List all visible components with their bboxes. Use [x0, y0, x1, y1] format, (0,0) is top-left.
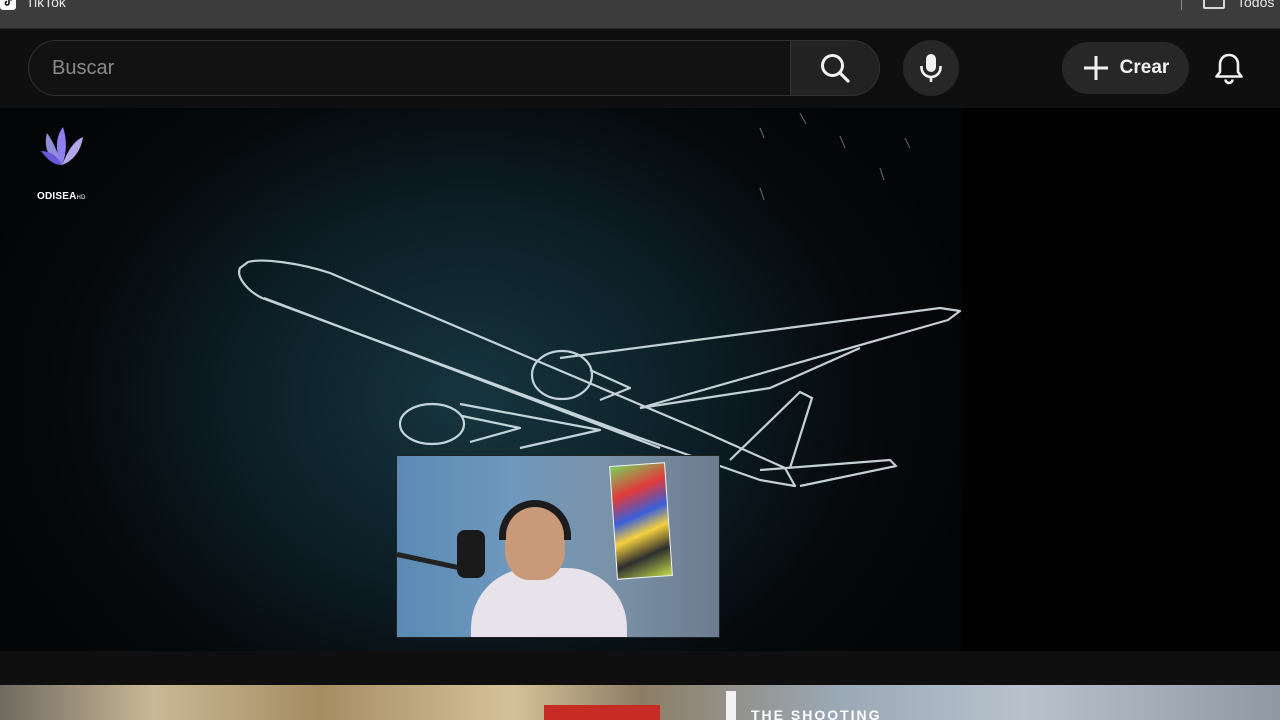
bookmark-label: TikTok	[26, 0, 66, 10]
bell-icon	[1215, 53, 1243, 85]
create-button-label: Crear	[1119, 57, 1170, 78]
next-video-thumbnail[interactable]: THE SHOOTING	[0, 685, 1280, 720]
channel-logo-suffix: HD	[76, 195, 86, 201]
microphone	[457, 530, 485, 578]
notifications-button[interactable]	[1206, 47, 1252, 91]
headset	[499, 500, 571, 540]
video-player[interactable]: ODISEAHD	[0, 108, 1280, 651]
channel-logo-name: ODISEA	[37, 191, 77, 202]
odisea-logo-icon	[41, 127, 83, 165]
search-icon	[821, 54, 850, 83]
thumbnail-red-block	[544, 705, 660, 720]
bookmarks-bar: TikTok Todos	[0, 0, 1280, 29]
wall-poster	[609, 462, 673, 580]
bookmark-label: Todos	[1237, 0, 1275, 10]
microphone-icon	[920, 54, 942, 82]
search-button[interactable]	[790, 40, 880, 96]
tiktok-icon	[0, 0, 16, 10]
search-input[interactable]	[29, 41, 790, 95]
channel-logo: ODISEAHD	[36, 125, 98, 202]
person-torso	[471, 568, 627, 637]
video-below-area	[0, 651, 1280, 685]
folder-icon	[1203, 0, 1225, 9]
create-button[interactable]: Crear	[1062, 42, 1189, 94]
mic-arm	[397, 552, 466, 572]
masthead: Crear	[0, 29, 1280, 108]
voice-search-button[interactable]	[903, 40, 959, 96]
next-video-title: THE SHOOTING	[751, 707, 882, 720]
bookmark-tiktok[interactable]: TikTok	[0, 0, 66, 10]
channel-logo-text: ODISEAHD	[37, 191, 86, 202]
search-box	[28, 40, 790, 96]
bookmarks-divider	[1181, 0, 1182, 10]
bookmark-folder-todos[interactable]: Todos	[1203, 0, 1274, 10]
webcam-overlay	[396, 455, 720, 638]
plus-icon	[1083, 56, 1108, 80]
thumbnail-white-bar	[726, 691, 736, 720]
